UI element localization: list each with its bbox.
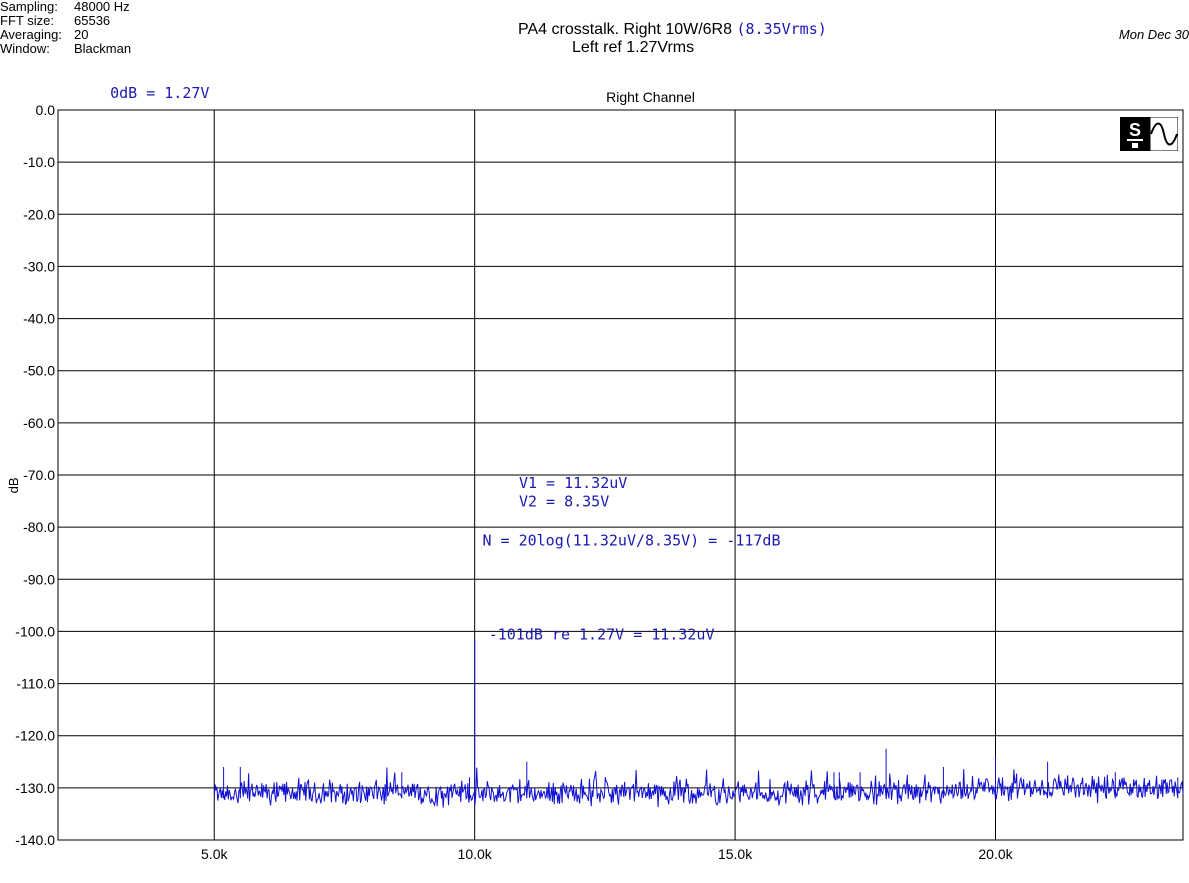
chart-annotation: N = 20log(11.32uV/8.35V) = -117dB xyxy=(482,531,780,549)
y-tick-label: -40.0 xyxy=(23,311,55,327)
chart-annotation: -101dB re 1.27V = 11.32uV xyxy=(489,625,715,643)
x-tick-label: 5.0k xyxy=(201,846,228,862)
y-tick-label: -110.0 xyxy=(16,676,55,692)
y-tick-label: 0.0 xyxy=(36,102,56,118)
chart-annotation: 0dB = 1.27V xyxy=(110,84,209,102)
chart-annotation: V2 = 8.35V xyxy=(519,492,609,510)
x-tick-label: 10.0k xyxy=(458,846,493,862)
chart-annotation: V1 = 11.32uV xyxy=(519,474,627,492)
svg-text:S: S xyxy=(1129,120,1141,140)
y-tick-label: -30.0 xyxy=(23,258,55,274)
y-tick-label: -20.0 xyxy=(23,206,55,222)
y-tick-label: -100.0 xyxy=(15,623,55,639)
y-tick-label: -140.0 xyxy=(15,832,55,848)
y-tick-label: -90.0 xyxy=(23,571,55,587)
spectrum-trace xyxy=(213,639,1184,808)
x-tick-label: 20.0k xyxy=(978,846,1013,862)
y-axis-label: dB xyxy=(6,477,21,493)
y-tick-label: -60.0 xyxy=(23,415,55,431)
x-tick-label: 15.0k xyxy=(718,846,753,862)
y-tick-label: -130.0 xyxy=(15,780,55,796)
y-tick-label: -70.0 xyxy=(23,467,55,483)
y-tick-label: -50.0 xyxy=(23,363,55,379)
y-tick-label: -10.0 xyxy=(23,154,55,170)
spectrum-chart: 0.0 -10.0 -20.0 -30.0 -40.0 -50.0 -60.0 -70.0 -8… xyxy=(6,84,1184,862)
plot-title: Right Channel xyxy=(606,89,695,105)
logo-icon: S xyxy=(1120,117,1178,151)
y-tick-label: -120.0 xyxy=(15,728,55,744)
y-tick-label: -80.0 xyxy=(23,519,55,535)
